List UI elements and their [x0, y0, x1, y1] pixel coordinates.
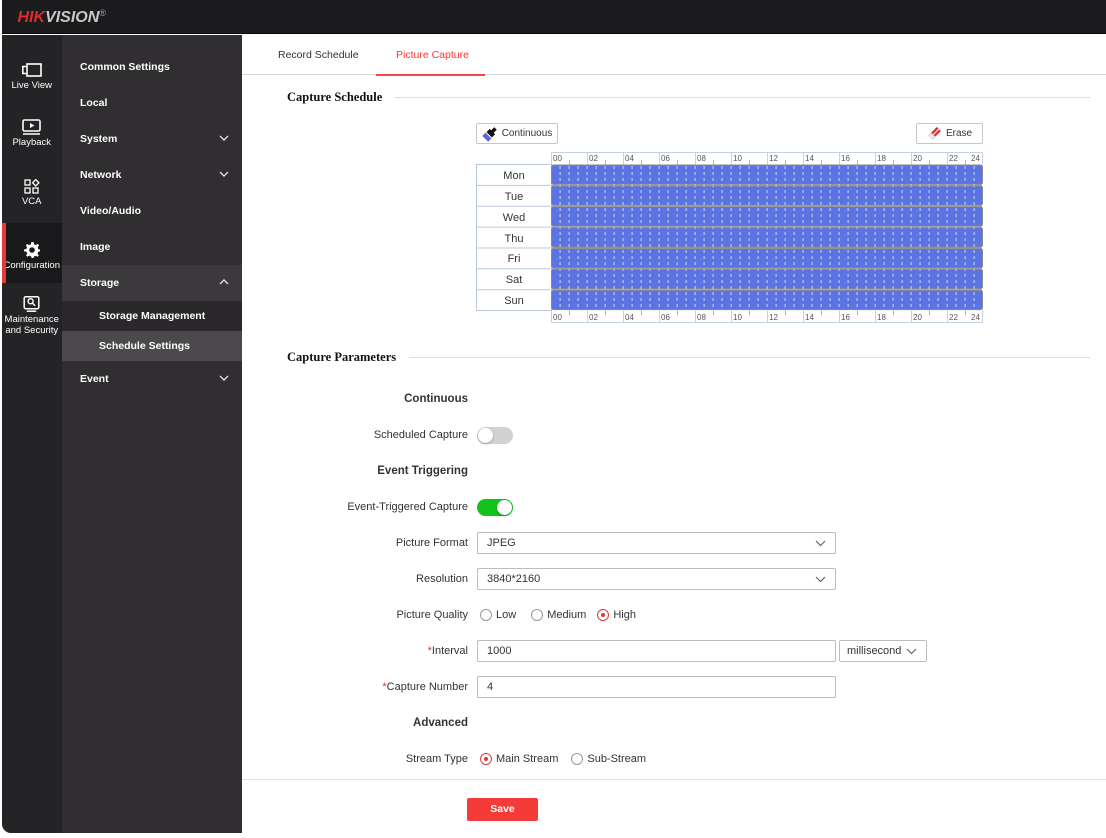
svg-text:Fri: Fri [508, 253, 521, 265]
svg-text:18: 18 [877, 154, 886, 163]
svg-text:24: 24 [971, 313, 980, 322]
svg-text:00: 00 [553, 313, 562, 322]
svg-text:16: 16 [841, 154, 850, 163]
svg-text:Thu: Thu [505, 233, 524, 245]
svg-text:14: 14 [805, 154, 814, 163]
svg-text:Mon: Mon [503, 170, 524, 182]
svg-text:Tue: Tue [505, 191, 524, 203]
svg-text:20: 20 [913, 154, 922, 163]
svg-text:22: 22 [949, 154, 958, 163]
svg-text:16: 16 [841, 313, 850, 322]
svg-text:12: 12 [769, 154, 778, 163]
svg-text:20: 20 [913, 313, 922, 322]
svg-text:06: 06 [661, 313, 670, 322]
svg-text:Sun: Sun [504, 295, 524, 307]
svg-text:24: 24 [971, 154, 980, 163]
svg-text:10: 10 [733, 313, 742, 322]
svg-text:Sat: Sat [506, 274, 523, 286]
svg-text:18: 18 [877, 313, 886, 322]
svg-text:10: 10 [733, 154, 742, 163]
svg-text:12: 12 [769, 313, 778, 322]
svg-text:02: 02 [589, 313, 598, 322]
svg-text:04: 04 [625, 154, 634, 163]
svg-text:Wed: Wed [503, 212, 525, 224]
svg-text:08: 08 [697, 313, 706, 322]
svg-text:02: 02 [589, 154, 598, 163]
svg-text:04: 04 [625, 313, 634, 322]
svg-text:14: 14 [805, 313, 814, 322]
svg-text:08: 08 [697, 154, 706, 163]
svg-text:00: 00 [553, 154, 562, 163]
svg-text:22: 22 [949, 313, 958, 322]
svg-text:06: 06 [661, 154, 670, 163]
